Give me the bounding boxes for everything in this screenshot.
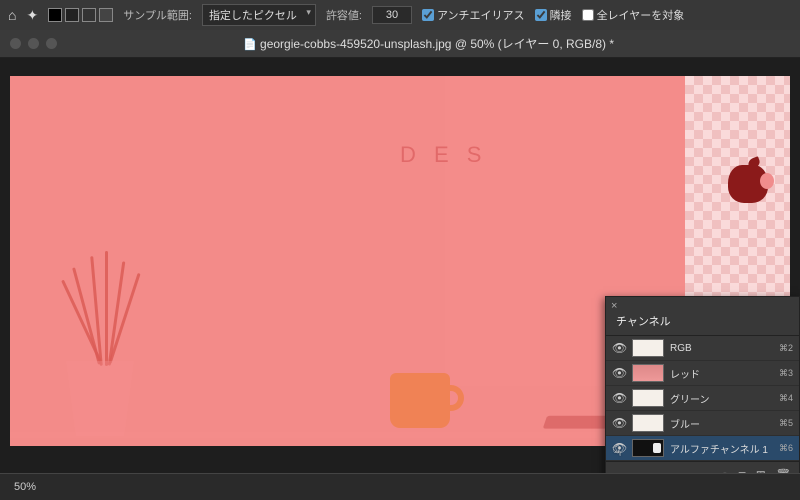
tolerance-label: 許容値: bbox=[326, 7, 362, 23]
channel-row-green[interactable]: 👁 グリーン ⌘4 bbox=[606, 386, 799, 411]
swatch[interactable] bbox=[99, 8, 113, 22]
channels-panel: × チャンネル 👁 RGB ⌘2 👁 レッド ⌘3 👁 グリーン ⌘4 👁 ブル… bbox=[605, 296, 800, 489]
visibility-icon[interactable]: 👁 bbox=[612, 391, 626, 405]
home-icon[interactable]: ⌂ bbox=[8, 7, 16, 23]
channel-thumb bbox=[632, 339, 664, 357]
window-controls bbox=[10, 38, 57, 49]
visibility-icon[interactable]: 👁 bbox=[612, 341, 626, 355]
status-bar: 50% bbox=[0, 473, 800, 500]
file-icon: 📄 bbox=[243, 39, 257, 51]
apple-logo-icon bbox=[728, 161, 768, 203]
minimize-dot[interactable] bbox=[28, 38, 39, 49]
all-layers-checkbox[interactable]: 全レイヤーを対象 bbox=[582, 7, 685, 23]
visibility-icon[interactable]: 👁 bbox=[612, 441, 626, 455]
channel-row-alpha[interactable]: 👁 アルファチャンネル 1 ⌘6 bbox=[606, 436, 799, 461]
channel-thumb bbox=[632, 439, 664, 457]
options-bar: ⌂ ✦ サンプル範囲: 指定したピクセル 許容値: 30 アンチエイリアス 隣接… bbox=[0, 0, 800, 30]
channel-thumb bbox=[632, 364, 664, 382]
visibility-icon[interactable]: 👁 bbox=[612, 416, 626, 430]
sample-size-dropdown[interactable]: 指定したピクセル bbox=[202, 4, 316, 26]
canvas-area: D E S × チャンネル 👁 RGB ⌘2 👁 レッド ⌘3 bbox=[0, 58, 800, 473]
tolerance-input[interactable]: 30 bbox=[372, 6, 412, 24]
antialias-checkbox[interactable]: アンチエイリアス bbox=[422, 7, 525, 23]
document-titlebar: 📄 georgie-cobbs-459520-unsplash.jpg @ 50… bbox=[0, 30, 800, 58]
swatch[interactable] bbox=[82, 8, 96, 22]
channel-row-red[interactable]: 👁 レッド ⌘3 bbox=[606, 361, 799, 386]
sample-label: サンプル範囲: bbox=[123, 7, 192, 23]
channel-thumb bbox=[632, 389, 664, 407]
magic-wand-icon[interactable]: ✦ bbox=[26, 7, 38, 24]
swatch[interactable] bbox=[48, 8, 62, 22]
visibility-icon[interactable]: 👁 bbox=[612, 366, 626, 380]
panel-tab-channels[interactable]: チャンネル bbox=[606, 297, 799, 336]
swatch-group bbox=[48, 8, 113, 22]
zoom-level[interactable]: 50% bbox=[14, 481, 36, 493]
close-dot[interactable] bbox=[10, 38, 21, 49]
channel-row-rgb[interactable]: 👁 RGB ⌘2 bbox=[606, 336, 799, 361]
swatch[interactable] bbox=[65, 8, 79, 22]
panel-close-icon[interactable]: × bbox=[611, 300, 617, 312]
zoom-dot[interactable] bbox=[46, 38, 57, 49]
channel-thumb bbox=[632, 414, 664, 432]
document-title: 📄 georgie-cobbs-459520-unsplash.jpg @ 50… bbox=[243, 35, 614, 52]
contiguous-checkbox[interactable]: 隣接 bbox=[535, 7, 572, 23]
channel-row-blue[interactable]: 👁 ブルー ⌘5 bbox=[606, 411, 799, 436]
